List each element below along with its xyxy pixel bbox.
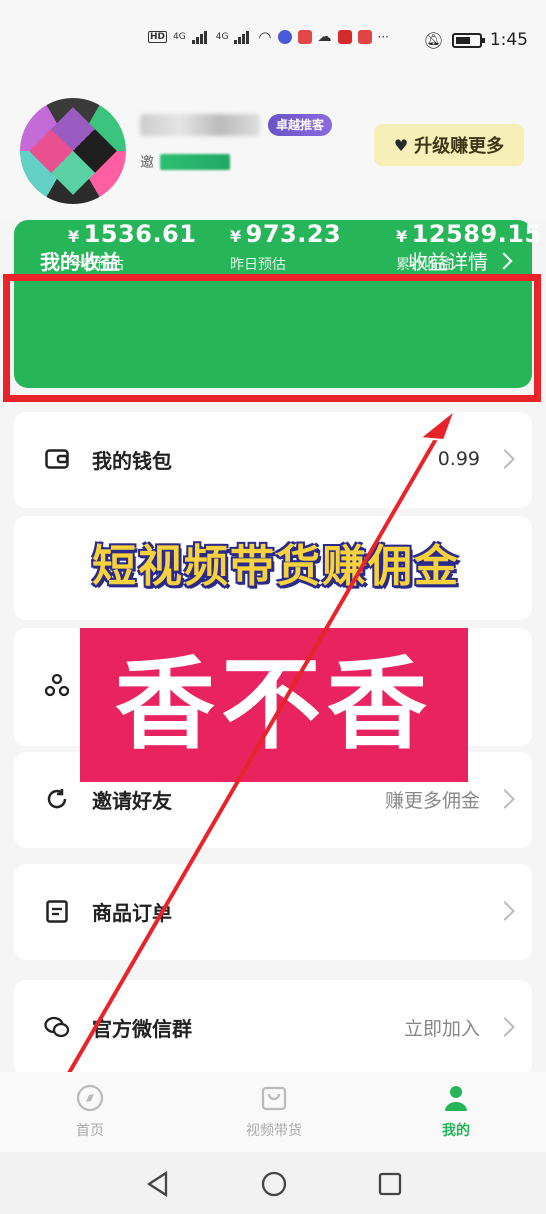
- app-notification-icon-2: [297, 30, 312, 44]
- clipboard-icon: [44, 898, 70, 924]
- invite-code-prefix: 邀: [140, 155, 154, 171]
- invite-code-redacted: [160, 154, 230, 170]
- tab-bar: 首页 视频带货 我的: [0, 1072, 546, 1152]
- avatar[interactable]: [20, 98, 126, 204]
- tab-video-sales-label: 视频带货: [246, 1123, 302, 1139]
- menu-item-wechat-group[interactable]: 官方微信群 立即加入: [14, 980, 532, 1074]
- wallet-icon: [44, 446, 70, 472]
- total-earnings-label: 累计收益: [396, 257, 452, 273]
- chevron-right-icon: [495, 901, 515, 921]
- person-icon: [440, 1082, 472, 1114]
- wechat-group-label: 官方微信群: [92, 1016, 192, 1041]
- yesterday-estimate-value: ¥973.23: [230, 220, 342, 248]
- app-notification-icon: [277, 30, 292, 44]
- wallet-label: 我的钱包: [92, 448, 172, 473]
- network-label-1: 4G: [173, 32, 186, 42]
- status-right: 🔕︎ 1:45: [424, 30, 529, 50]
- app-notification-icon-3: [337, 30, 352, 44]
- hd-icon: HD: [148, 31, 168, 43]
- battery-icon: [451, 32, 485, 48]
- earnings-card: 我的收益 收益详情 ¥1536.61 今日预估 ¥973.23 昨日预估 ¥12…: [14, 220, 541, 388]
- status-bar: HD 4G 4G ◠ ☁ ··· 🔕︎ 1:45: [0, 0, 546, 80]
- chevron-right-icon: [495, 789, 515, 809]
- signal-icon-2: [234, 30, 252, 44]
- today-estimate-value: ¥1536.61: [68, 220, 197, 248]
- orders-card: 商品订单: [14, 864, 532, 960]
- recents-icon[interactable]: [376, 1170, 404, 1198]
- wechat-group-action: 立即加入: [403, 1017, 480, 1040]
- wechat-group-card: 官方微信群 立即加入: [14, 980, 532, 1076]
- cloud-icon: ☁: [317, 29, 332, 45]
- tab-home-label: 首页: [76, 1123, 104, 1139]
- system-navigation-bar: [0, 1152, 546, 1214]
- network-label-2: 4G: [215, 32, 229, 42]
- clock: 1:45: [489, 30, 528, 50]
- invite-hint: 赚更多佣金: [384, 789, 480, 812]
- tab-video-sales[interactable]: 视频带货: [224, 1082, 324, 1140]
- today-estimate[interactable]: ¥1536.61 今日预估: [68, 220, 196, 274]
- wallet-card: 我的钱包 0.99: [14, 412, 532, 508]
- wallet-balance: 0.99: [437, 448, 480, 470]
- upgrade-button[interactable]: ♥ 升级赚更多: [374, 124, 524, 166]
- profile-header: 卓越推客 邀 ♥ 升级赚更多: [0, 80, 546, 220]
- promo-big-text: 香不香: [80, 628, 468, 782]
- wifi-icon: ◠: [258, 28, 272, 46]
- status-icons: HD 4G 4G ◠ ☁ ···: [148, 28, 389, 46]
- shopping-bag-icon: [258, 1082, 290, 1114]
- diamond-heart-icon: ♥: [393, 135, 409, 155]
- app-notification-icon-4: [357, 30, 372, 44]
- signal-icon: [191, 30, 210, 44]
- chevron-right-icon: [495, 449, 515, 469]
- tab-mine-label: 我的: [442, 1123, 470, 1139]
- menu-item-orders[interactable]: 商品订单: [14, 864, 532, 958]
- compass-icon: [74, 1082, 106, 1114]
- invite-label: 邀请好友: [92, 788, 172, 813]
- username-redacted: [140, 114, 260, 136]
- tab-mine[interactable]: 我的: [406, 1082, 506, 1140]
- home-icon[interactable]: [260, 1170, 288, 1198]
- tab-home[interactable]: 首页: [40, 1082, 140, 1140]
- yesterday-estimate-label: 昨日预估: [230, 257, 286, 273]
- yesterday-estimate[interactable]: ¥973.23 昨日预估: [230, 220, 341, 274]
- more-notifications-icon: ···: [377, 30, 389, 44]
- chevron-right-icon: [495, 1017, 515, 1037]
- mute-icon: 🔕︎: [423, 30, 444, 50]
- menu-item-wallet[interactable]: 我的钱包 0.99: [14, 412, 532, 506]
- orders-label: 商品订单: [92, 900, 172, 925]
- community-icon: [44, 672, 70, 698]
- invite-code-line: 邀: [140, 152, 230, 172]
- wechat-icon: [44, 1014, 70, 1040]
- refresh-icon: [44, 786, 70, 812]
- total-earnings-value: ¥12589.15: [396, 220, 542, 248]
- today-estimate-label: 今日预估: [68, 257, 124, 273]
- promo-headline: 短视频带货赚佣金: [92, 541, 460, 592]
- upgrade-label: 升级赚更多: [414, 136, 505, 157]
- total-earnings[interactable]: ¥12589.15 累计收益: [396, 220, 542, 274]
- level-badge: 卓越推客: [268, 114, 333, 136]
- back-icon[interactable]: [144, 1170, 172, 1198]
